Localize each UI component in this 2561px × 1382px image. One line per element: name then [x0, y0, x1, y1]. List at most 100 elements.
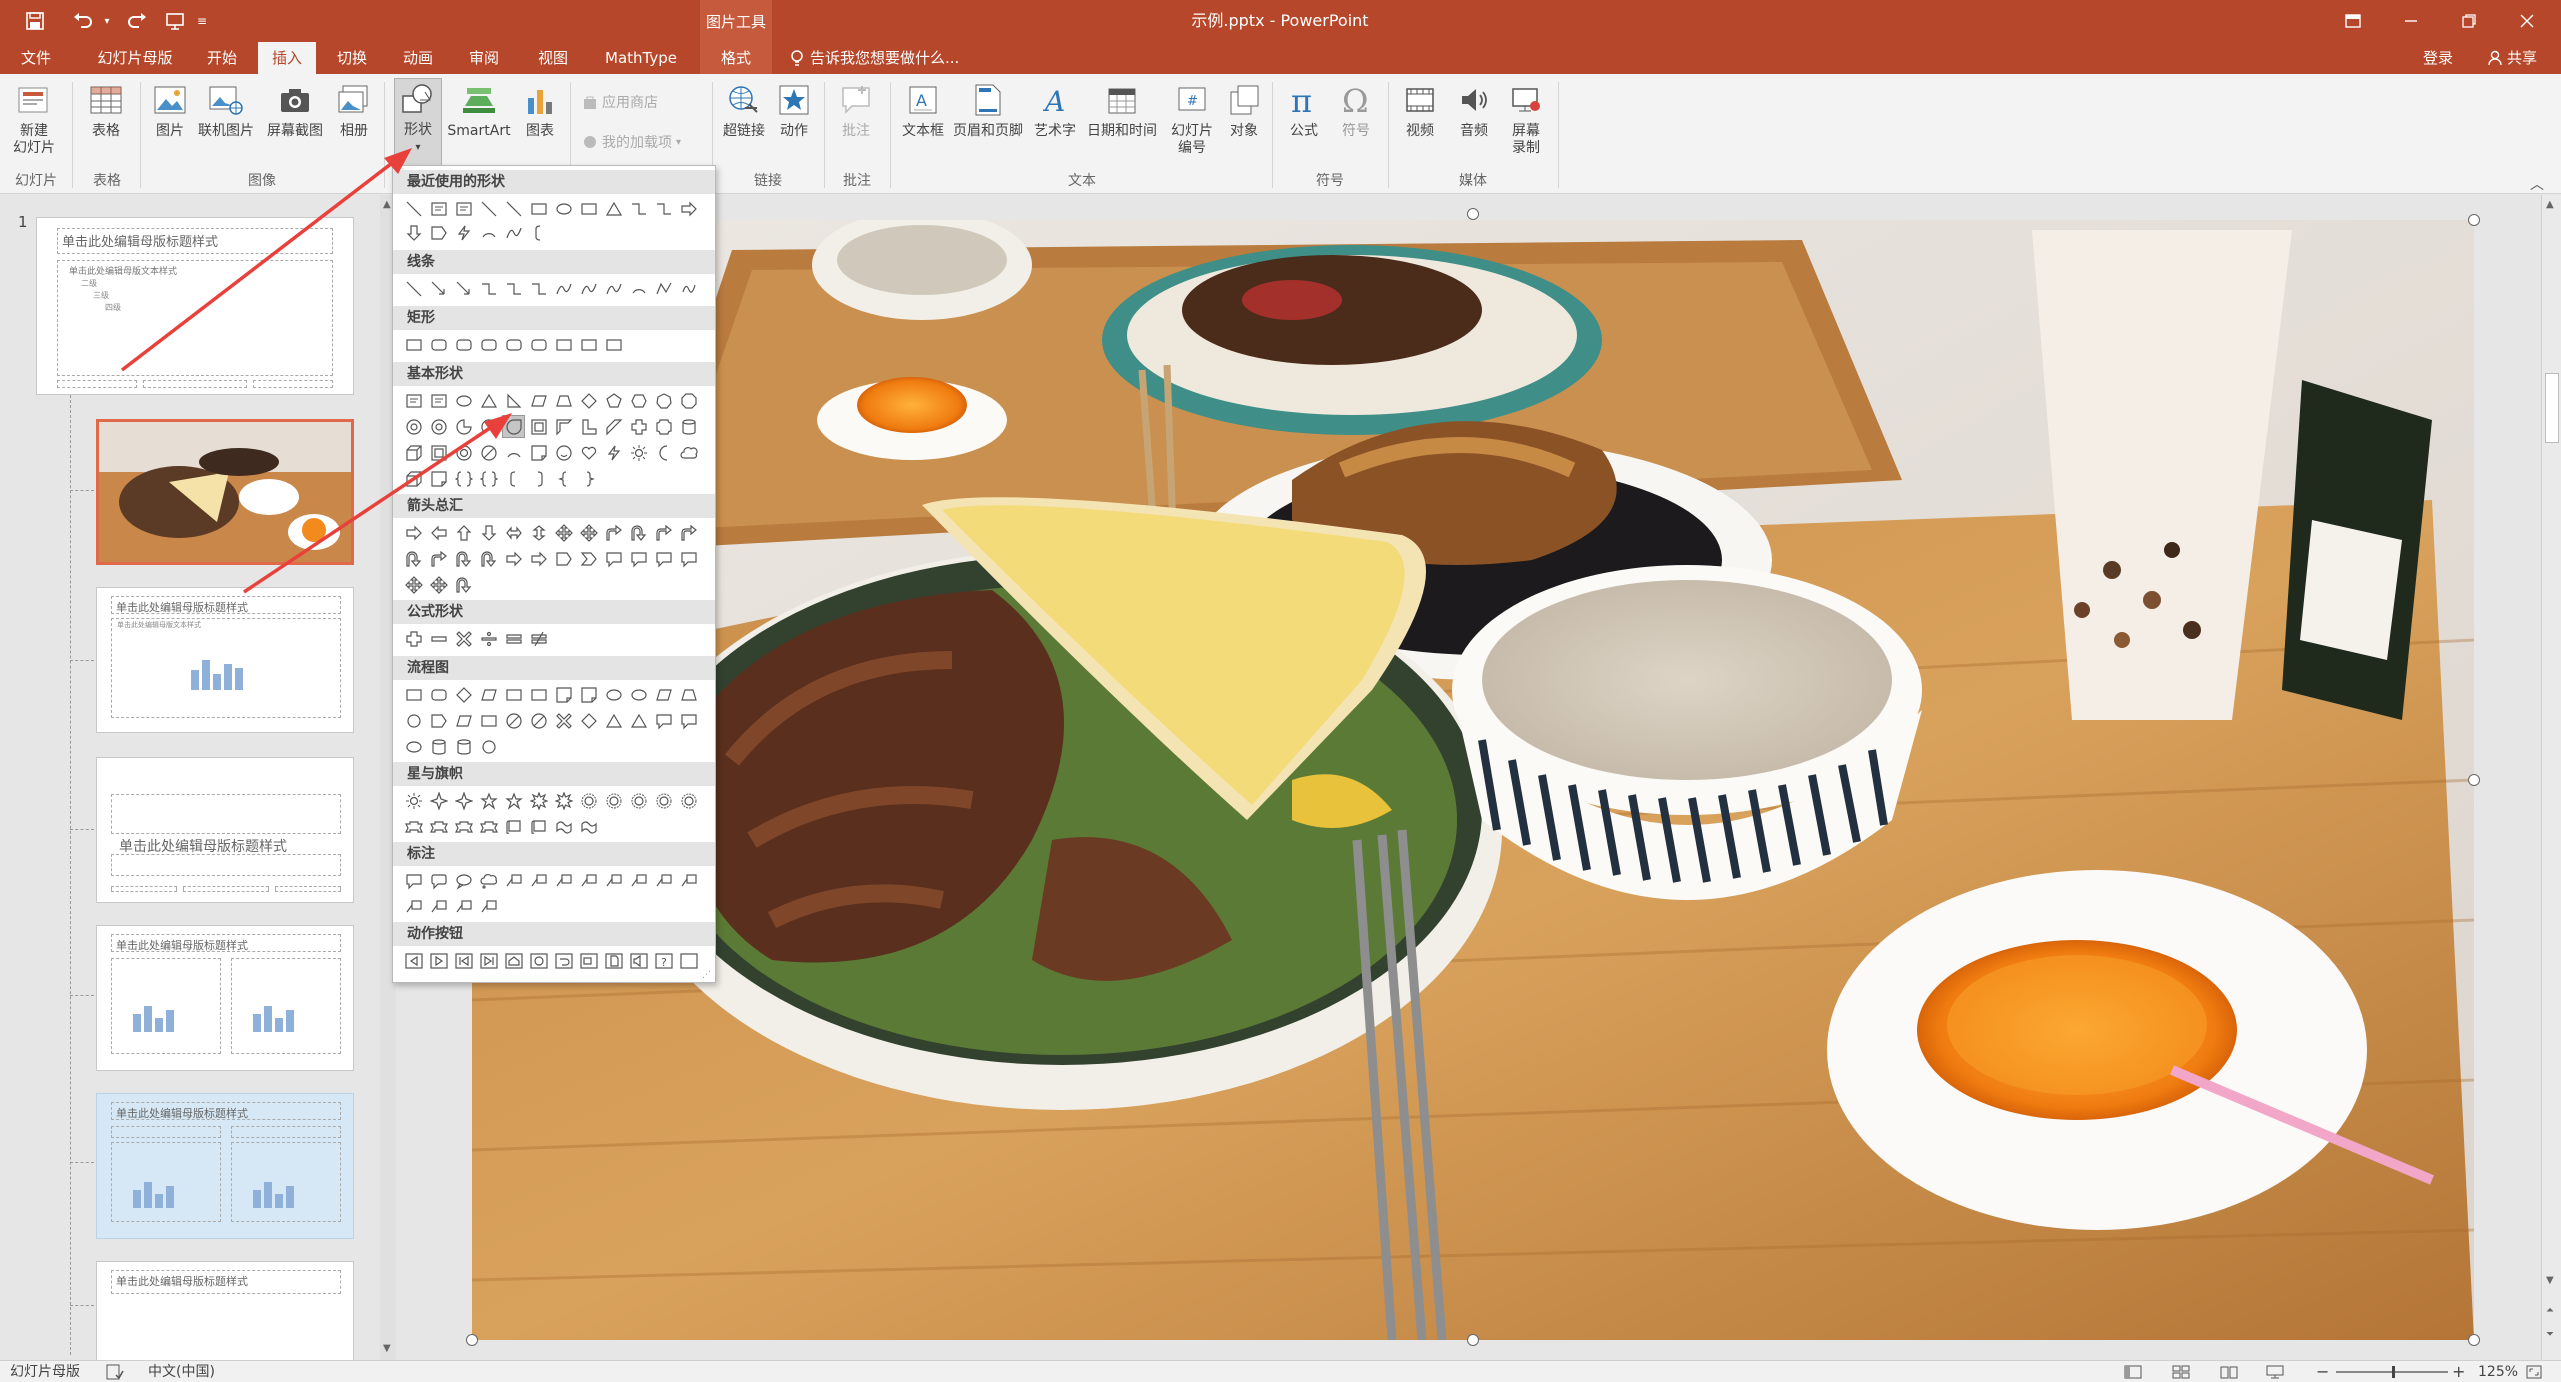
tab-review[interactable]: 审阅	[458, 42, 510, 74]
datetime-button[interactable]: 日期和时间	[1082, 80, 1162, 140]
next-slide-icon[interactable]: ⏷	[2546, 1329, 2554, 1340]
shape-para-icon[interactable]	[528, 390, 549, 411]
shape-chevron-icon[interactable]	[578, 548, 599, 569]
shape-curve-icon[interactable]	[578, 278, 599, 299]
undo-dropdown-icon[interactable]: ▾	[100, 4, 114, 38]
shape-oct-icon[interactable]	[678, 390, 699, 411]
shape-aquad-icon[interactable]	[578, 522, 599, 543]
slide-sorter-icon[interactable]	[2172, 1361, 2190, 1382]
equation-button[interactable]: π 公式	[1282, 80, 1326, 140]
shape-line-icon[interactable]	[403, 278, 424, 299]
resize-handle-bottom[interactable]	[1467, 1334, 1479, 1346]
shape-arc-icon[interactable]	[478, 222, 499, 243]
shape-noentry-icon[interactable]	[478, 442, 499, 463]
shape-fold-icon[interactable]	[528, 442, 549, 463]
shape-tear-icon[interactable]	[502, 415, 525, 438]
object-button[interactable]: 对象	[1222, 80, 1266, 140]
shape-scroll-icon[interactable]	[528, 816, 549, 837]
shape-btnnext-icon[interactable]	[428, 950, 449, 971]
shape-callout-icon[interactable]	[678, 710, 699, 731]
shape-auturn-icon[interactable]	[628, 522, 649, 543]
resize-handle-bottom-left[interactable]	[466, 1334, 478, 1346]
shape-line-icon[interactable]	[503, 198, 524, 219]
minimize-icon[interactable]	[2382, 0, 2440, 42]
shape-diamond-icon[interactable]	[578, 710, 599, 731]
scroll-up-icon[interactable]: ▲	[2546, 199, 2554, 210]
redo-icon[interactable]	[120, 4, 154, 38]
shape-tri-icon[interactable]	[603, 710, 624, 731]
fit-slide-icon[interactable]	[2526, 1361, 2542, 1382]
shape-auturn-icon[interactable]	[453, 548, 474, 569]
slide-number-button[interactable]: # 幻灯片 编号	[1164, 80, 1220, 157]
comment-button[interactable]: 批注	[834, 80, 878, 140]
shape-star8-icon[interactable]	[528, 790, 549, 811]
screen-record-button[interactable]: 屏幕 录制	[1504, 80, 1548, 157]
shape-abent-icon[interactable]	[678, 522, 699, 543]
shape-seal-icon[interactable]	[653, 790, 674, 811]
rotate-handle[interactable]	[1467, 208, 1479, 220]
shape-linecall-icon[interactable]	[478, 896, 499, 917]
shape-diamond-icon[interactable]	[578, 390, 599, 411]
shape-linecall-icon[interactable]	[578, 870, 599, 891]
screenshot-button[interactable]: 屏幕截图	[262, 80, 328, 140]
close-icon[interactable]	[2498, 0, 2556, 42]
shape-scribble-icon[interactable]	[678, 278, 699, 299]
resize-handle-bottom-right[interactable]	[2468, 1334, 2480, 1346]
title-only-layout-thumbnail[interactable]: 单击此处编辑母版标题样式	[96, 1261, 354, 1361]
customize-qat-icon[interactable]: ≡	[192, 4, 212, 38]
shape-textbox-icon[interactable]	[453, 198, 474, 219]
food-photo-picture[interactable]	[471, 210, 2475, 1341]
shape-cube-icon[interactable]	[403, 468, 424, 489]
tab-transitions[interactable]: 切换	[326, 42, 378, 74]
shape-star5-icon[interactable]	[478, 790, 499, 811]
shape-linecall-icon[interactable]	[453, 896, 474, 917]
shape-rect-icon[interactable]	[503, 684, 524, 705]
shape-bolt-icon[interactable]	[603, 442, 624, 463]
shape-abent-icon[interactable]	[603, 522, 624, 543]
tell-me-box[interactable]: 告诉我您想要做什么...	[790, 42, 959, 74]
symbol-button[interactable]: Ω 符号	[1334, 80, 1378, 140]
shape-rect-icon[interactable]	[403, 684, 424, 705]
save-icon[interactable]	[18, 4, 52, 38]
shape-times-icon[interactable]	[553, 710, 574, 731]
shape-divide-icon[interactable]	[478, 628, 499, 649]
shape-alr-icon[interactable]	[503, 522, 524, 543]
shape-seal-icon[interactable]	[578, 790, 599, 811]
shape-curve-icon[interactable]	[553, 278, 574, 299]
shape-btndoc-icon[interactable]	[603, 950, 624, 971]
shape-abent-icon[interactable]	[653, 522, 674, 543]
my-addins-button[interactable]: 我的加载项 ▾	[582, 132, 681, 152]
shape-plus-icon[interactable]	[628, 416, 649, 437]
smartart-button[interactable]: SmartArt	[446, 80, 512, 140]
shape-auturn-icon[interactable]	[478, 548, 499, 569]
shape-lshape-icon[interactable]	[578, 416, 599, 437]
shape-elbow-icon[interactable]	[528, 278, 549, 299]
shape-aquad-icon[interactable]	[403, 574, 424, 595]
shape-trap-icon[interactable]	[553, 390, 574, 411]
chart-button[interactable]: 图表	[518, 80, 562, 140]
slideshow-icon[interactable]	[2266, 1361, 2284, 1382]
comparison-layout-thumbnail[interactable]: 单击此处编辑母版标题样式	[96, 1093, 354, 1239]
shape-aquad-icon[interactable]	[553, 522, 574, 543]
shape-wave-icon[interactable]	[553, 816, 574, 837]
table-button[interactable]: 表格	[84, 80, 128, 140]
shape-btnsound-icon[interactable]	[628, 950, 649, 971]
scroll-thumb[interactable]	[2545, 373, 2559, 443]
shape-linecall-icon[interactable]	[678, 870, 699, 891]
shape-textbox-icon[interactable]	[428, 198, 449, 219]
picture-button[interactable]: 图片	[148, 80, 192, 140]
shape-aquad-icon[interactable]	[428, 574, 449, 595]
shape-rect-icon[interactable]	[528, 684, 549, 705]
shapes-button[interactable]: 形状 ▾	[394, 78, 442, 174]
shape-frame-icon[interactable]	[528, 416, 549, 437]
two-content-layout-thumbnail[interactable]: 单击此处编辑母版标题样式	[96, 925, 354, 1071]
shape-fold-icon[interactable]	[578, 684, 599, 705]
shape-seal-icon[interactable]	[678, 790, 699, 811]
shape-noentry-icon[interactable]	[528, 710, 549, 731]
shape-rtri-icon[interactable]	[503, 390, 524, 411]
shape-rrect-icon[interactable]	[528, 334, 549, 355]
shape-diagstripe-icon[interactable]	[603, 416, 624, 437]
shape-para-icon[interactable]	[453, 710, 474, 731]
shape-linecall-icon[interactable]	[403, 896, 424, 917]
action-button[interactable]: 动作	[772, 80, 816, 140]
